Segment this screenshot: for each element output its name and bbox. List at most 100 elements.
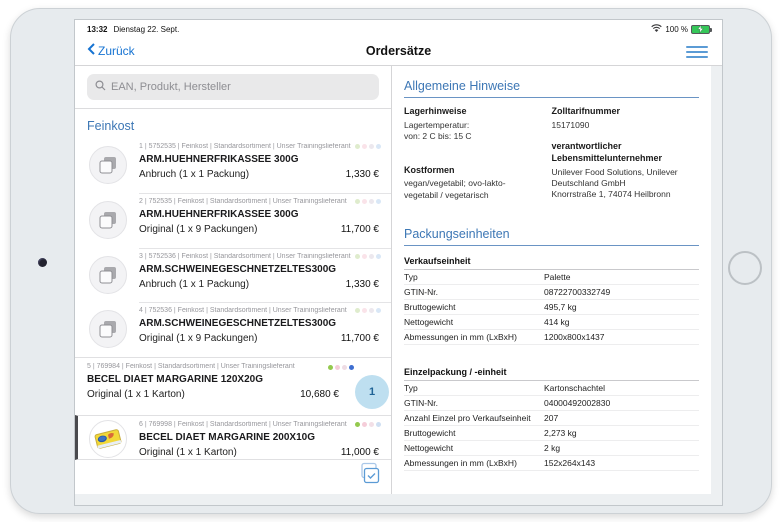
section-header-feinkost: Feinkost bbox=[75, 109, 391, 138]
item-variant: Original (1 x 1 Karton) bbox=[87, 389, 185, 400]
search-input[interactable] bbox=[111, 81, 371, 93]
item-price: 1,330 € bbox=[346, 279, 379, 290]
row-value: 2 kg bbox=[544, 443, 560, 453]
item-meta: 2 | 752535 | Feinkost | Standardsortimen… bbox=[139, 198, 379, 205]
list-item[interactable]: 2 | 752535 | Feinkost | Standardsortimen… bbox=[75, 193, 391, 248]
customs-value: 15171090 bbox=[552, 120, 686, 131]
status-dot bbox=[369, 422, 374, 427]
item-price: 1,330 € bbox=[346, 169, 379, 180]
status-dot bbox=[342, 365, 347, 370]
status-dot bbox=[369, 254, 374, 259]
item-variant: Anbruch (1 x 1 Packung) bbox=[139, 169, 249, 180]
status-dot bbox=[355, 254, 360, 259]
status-dots bbox=[355, 422, 381, 427]
row-label: GTIN-Nr. bbox=[404, 398, 544, 408]
date: Dienstag 22. Sept. bbox=[113, 25, 179, 34]
row-label: Nettogewicht bbox=[404, 317, 544, 327]
status-dot bbox=[362, 254, 367, 259]
row-label: GTIN-Nr. bbox=[404, 287, 544, 297]
table-heading: Verkaufseinheit bbox=[404, 256, 699, 270]
app-body: Feinkost 1 | 5752535 | Feinkost | Standa… bbox=[75, 66, 722, 494]
table-row: GTIN-Nr.08722700332749 bbox=[404, 285, 699, 300]
status-dot bbox=[355, 422, 360, 427]
status-dot bbox=[376, 422, 381, 427]
multi-select-checkbox-icon[interactable] bbox=[358, 462, 381, 490]
package-icon bbox=[89, 256, 127, 294]
quantity-badge[interactable]: 1 bbox=[355, 375, 389, 409]
row-label: Typ bbox=[404, 272, 544, 282]
status-dots bbox=[355, 254, 381, 259]
table-row: TypKartonschachtel bbox=[404, 381, 699, 396]
responsible-line: Knorrstraße 1, 74074 Heilbronn bbox=[552, 189, 686, 200]
list-item[interactable]: 3 | 5752536 | Feinkost | Standardsortime… bbox=[75, 248, 391, 303]
becel-product-image bbox=[89, 420, 127, 458]
table-row: Bruttogewicht495,7 kg bbox=[404, 300, 699, 315]
row-value: 04000492002830 bbox=[544, 398, 610, 408]
wifi-icon bbox=[651, 24, 662, 35]
status-dot bbox=[355, 308, 360, 313]
status-bar: 13:32 Dienstag 22. Sept. 100 % bbox=[75, 20, 722, 36]
table-row: Nettogewicht2 kg bbox=[404, 441, 699, 456]
storage-label: Lagerhinweise bbox=[404, 106, 538, 118]
nav-bar: Zurück Ordersätze bbox=[75, 36, 722, 66]
item-name: BECEL DIAET MARGARINE 120X20G bbox=[87, 374, 379, 385]
row-label: Typ bbox=[404, 383, 544, 393]
status-dot bbox=[376, 254, 381, 259]
list-item-selected[interactable]: 6 | 769998 | Feinkost | Standardsortimen… bbox=[75, 415, 391, 460]
item-name: ARM.SCHWEINEGESCHNETZELTES300G bbox=[139, 318, 379, 329]
search-bar bbox=[75, 66, 391, 108]
table-row: Abmessungen in mm (LxBxH)152x264x143 bbox=[404, 456, 699, 471]
status-dot bbox=[355, 144, 360, 149]
status-dots bbox=[355, 199, 381, 204]
search-field[interactable] bbox=[87, 74, 379, 100]
list-item[interactable]: 5 | 769984 | Feinkost | Standardsortimen… bbox=[75, 357, 391, 415]
responsible-label: verantwortlicher Lebensmittelunternehmer bbox=[552, 141, 677, 164]
item-meta: 6 | 769998 | Feinkost | Standardsortimen… bbox=[139, 421, 379, 428]
sales-unit-table: Verkaufseinheit TypPalette GTIN-Nr.08722… bbox=[404, 256, 699, 345]
table-row: GTIN-Nr.04000492002830 bbox=[404, 396, 699, 411]
item-meta: 1 | 5752535 | Feinkost | Standardsortime… bbox=[139, 143, 379, 150]
status-dot bbox=[362, 308, 367, 313]
item-variant: Anbruch (1 x 1 Packung) bbox=[139, 279, 249, 290]
table-row: Abmessungen in mm (LxBxH)1200x800x1437 bbox=[404, 330, 699, 345]
product-list-panel: Feinkost 1 | 5752535 | Feinkost | Standa… bbox=[75, 66, 392, 494]
list-toolbar bbox=[75, 460, 391, 494]
table-heading: Einzelpackung / -einheit bbox=[404, 367, 699, 381]
customs-label: Zolltarifnummer bbox=[552, 106, 686, 118]
menu-icon[interactable] bbox=[686, 43, 708, 61]
table-row: Bruttogewicht2,273 kg bbox=[404, 426, 699, 441]
back-label: Zurück bbox=[98, 44, 135, 58]
package-icon bbox=[89, 146, 127, 184]
back-chevron-icon bbox=[87, 43, 95, 58]
row-value: Palette bbox=[544, 272, 570, 282]
row-label: Abmessungen in mm (LxBxH) bbox=[404, 332, 544, 342]
battery-icon bbox=[691, 25, 710, 34]
home-button[interactable] bbox=[728, 251, 762, 285]
ipad-frame: 13:32 Dienstag 22. Sept. 100 % bbox=[10, 8, 772, 514]
row-value: 495,7 kg bbox=[544, 302, 577, 312]
item-name: ARM.HUEHNERFRIKASSEE 300G bbox=[139, 209, 379, 220]
table-row: Nettogewicht414 kg bbox=[404, 315, 699, 330]
list-item[interactable]: 1 | 5752535 | Feinkost | Standardsortime… bbox=[75, 138, 391, 193]
status-dot bbox=[376, 144, 381, 149]
table-row: TypPalette bbox=[404, 270, 699, 285]
back-button[interactable]: Zurück bbox=[87, 43, 135, 58]
battery-percent-label: 100 % bbox=[665, 25, 688, 34]
search-icon bbox=[95, 78, 106, 96]
clock: 13:32 bbox=[87, 25, 107, 34]
page: 13:32 Dienstag 22. Sept. 100 % bbox=[0, 0, 782, 522]
list-item[interactable]: 4 | 752536 | Feinkost | Standardsortimen… bbox=[75, 302, 391, 357]
row-label: Abmessungen in mm (LxBxH) bbox=[404, 458, 544, 468]
item-meta: 3 | 5752536 | Feinkost | Standardsortime… bbox=[139, 253, 379, 260]
item-price: 11,700 € bbox=[341, 333, 379, 344]
table-row: Anzahl Einzel pro Verkaufseinheit207 bbox=[404, 411, 699, 426]
row-value: 414 kg bbox=[544, 317, 570, 327]
package-icon bbox=[89, 201, 127, 239]
item-name: ARM.SCHWEINEGESCHNETZELTES300G bbox=[139, 264, 379, 275]
status-dots bbox=[355, 144, 381, 149]
item-meta: 4 | 752536 | Feinkost | Standardsortimen… bbox=[139, 307, 379, 314]
status-dot bbox=[362, 422, 367, 427]
responsible-line: Unilever Food Solutions, Unilever Deutsc… bbox=[552, 167, 712, 190]
single-pack-table: Einzelpackung / -einheit TypKartonschach… bbox=[404, 367, 699, 471]
status-dot bbox=[376, 308, 381, 313]
